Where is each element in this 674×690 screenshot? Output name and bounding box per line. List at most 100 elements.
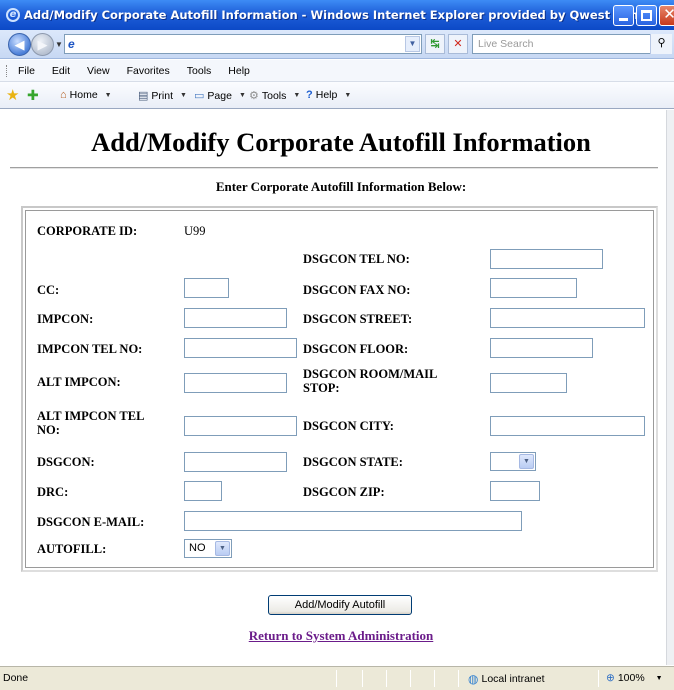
tools-menu-button[interactable]: ⚙ Tools ▼ [249,89,300,103]
dsgcon-tel-label: DSGCON TEL NO: [303,252,410,266]
search-icon[interactable]: ⚲ [650,34,672,54]
history-dropdown-icon[interactable]: ▼ [55,40,63,49]
dsgcon-street-field[interactable] [490,308,645,328]
printer-icon: ▤ [138,90,149,102]
status-separator [598,670,599,687]
status-separator [386,670,387,687]
menu-edit[interactable]: Edit [52,65,70,77]
return-to-system-administration-link[interactable]: Return to System Administration [0,628,674,644]
chevron-down-icon[interactable]: ▼ [215,541,230,556]
window-title-bar: e Add/Modify Corporate Autofill Informat… [0,0,674,30]
drc-field[interactable] [184,481,222,501]
autofill-label: AUTOFILL: [37,542,107,556]
close-window-button[interactable]: ✕ [659,5,674,26]
alt-impcon-field[interactable] [184,373,287,393]
impcon-field[interactable] [184,308,287,328]
window-title: Add/Modify Corporate Autofill Informatio… [24,8,636,22]
window-controls: ✕ [613,5,674,26]
ie-logo-icon: e [6,8,20,22]
tools-menu-label: Tools [261,89,287,102]
print-button[interactable]: ▤ Print ▼ [138,89,187,103]
chevron-down-icon[interactable]: ▼ [519,454,534,469]
globe-icon: ◍ [468,672,479,686]
alt-impcon-tel-label: ALT IMPCON TEL NO: [37,409,144,437]
dsgcon-zip-field[interactable] [490,481,540,501]
alt-impcon-tel-label-line2: NO: [37,423,60,437]
help-dropdown-icon[interactable]: ▼ [344,92,351,99]
print-label: Print [151,89,173,102]
dsgcon-floor-field[interactable] [490,338,593,358]
dsgcon-email-label: DSGCON E-MAIL: [37,515,145,529]
menu-help[interactable]: Help [228,65,250,77]
dsgcon-email-field[interactable] [184,511,522,531]
dsgcon-room-field[interactable] [490,373,567,393]
page-menu-button[interactable]: ▭ Page ▼ [194,89,246,103]
back-button[interactable]: ◀ [8,33,31,56]
dsgcon-room-label-line1: DSGCON ROOM/MAIL [303,367,438,381]
dsgcon-room-label: DSGCON ROOM/MAIL STOP: [303,367,437,395]
status-separator [362,670,363,687]
menu-favorites[interactable]: Favorites [127,65,170,77]
toolbar-grip [6,65,8,77]
security-zone[interactable]: ◍ Local intranet [468,672,545,686]
address-dropdown-icon[interactable]: ▼ [405,36,420,52]
page-icon: e [68,37,75,51]
tools-dropdown-icon[interactable]: ▼ [293,92,300,99]
dsgcon-city-field[interactable] [490,416,645,436]
page-dropdown-icon[interactable]: ▼ [239,92,246,99]
impcon-tel-label: IMPCON TEL NO: [37,342,143,356]
zone-label: Local intranet [481,673,545,685]
dsgcon-street-label: DSGCON STREET: [303,312,413,326]
alt-impcon-tel-field[interactable] [184,416,297,436]
zoom-dropdown-icon[interactable]: ▼ [656,675,663,682]
home-icon: ⌂ [60,89,67,101]
help-menu-button[interactable]: ? Help ▼ [306,89,351,101]
dsgcon-field[interactable] [184,452,287,472]
menu-view[interactable]: View [87,65,110,77]
corporate-id-label: CORPORATE ID: [37,224,138,238]
add-modify-autofill-button[interactable]: Add/Modify Autofill [268,595,412,615]
dsgcon-zip-label: DSGCON ZIP: [303,485,385,499]
page-menu-label: Page [207,89,232,102]
dsgcon-state-label: DSGCON STATE: [303,455,403,469]
drc-label: DRC: [37,485,69,499]
zoom-level: 100% [617,672,645,684]
help-icon: ? [306,89,313,101]
stop-button[interactable]: ✕ [448,34,468,54]
favorites-star-icon[interactable]: ★ [6,86,19,104]
status-separator [434,670,435,687]
menu-file[interactable]: File [18,65,35,77]
zoom-control[interactable]: ⊕ 100% ▼ [606,672,663,684]
page-viewport: Add/Modify Corporate Autofill Informatio… [0,110,666,665]
dsgcon-city-label: DSGCON CITY: [303,419,394,433]
maximize-button[interactable] [636,5,657,26]
page-title: Add/Modify Corporate Autofill Informatio… [91,127,591,157]
autofill-select[interactable]: NO ▼ [184,539,232,558]
dsgcon-state-select[interactable]: ▼ [490,452,536,471]
dsgcon-label: DSGCON: [37,455,95,469]
address-input[interactable]: e ▼ [64,34,422,54]
command-bar: ★ ✚ ⌂ Home ▼ ▤ Print ▼ ▭ Page ▼ ⚙ Tools … [0,82,674,109]
status-separator [410,670,411,687]
dsgcon-tel-field[interactable] [490,249,603,269]
dsgcon-room-label-line2: STOP: [303,381,340,395]
print-dropdown-icon[interactable]: ▼ [180,92,187,99]
home-dropdown-icon[interactable]: ▼ [105,92,112,99]
impcon-tel-field[interactable] [184,338,297,358]
home-button[interactable]: ⌂ Home ▼ [60,89,112,101]
minimize-button[interactable] [613,5,634,26]
dsgcon-fax-label: DSGCON FAX NO: [303,283,411,297]
search-placeholder: Live Search [478,38,534,50]
vertical-scrollbar[interactable] [666,110,674,665]
status-bar: Done ◍ Local intranet ⊕ 100% ▼ [0,666,674,690]
help-menu-label: Help [315,89,338,101]
search-input[interactable]: Live Search [472,34,668,54]
forward-button[interactable]: ▶ [31,33,54,56]
impcon-label: IMPCON: [37,312,94,326]
home-label: Home [69,89,98,101]
add-favorites-icon[interactable]: ✚ [27,87,39,104]
cc-field[interactable] [184,278,229,298]
refresh-button[interactable]: ↹ [425,34,445,54]
dsgcon-fax-field[interactable] [490,278,577,298]
menu-tools[interactable]: Tools [187,65,212,77]
